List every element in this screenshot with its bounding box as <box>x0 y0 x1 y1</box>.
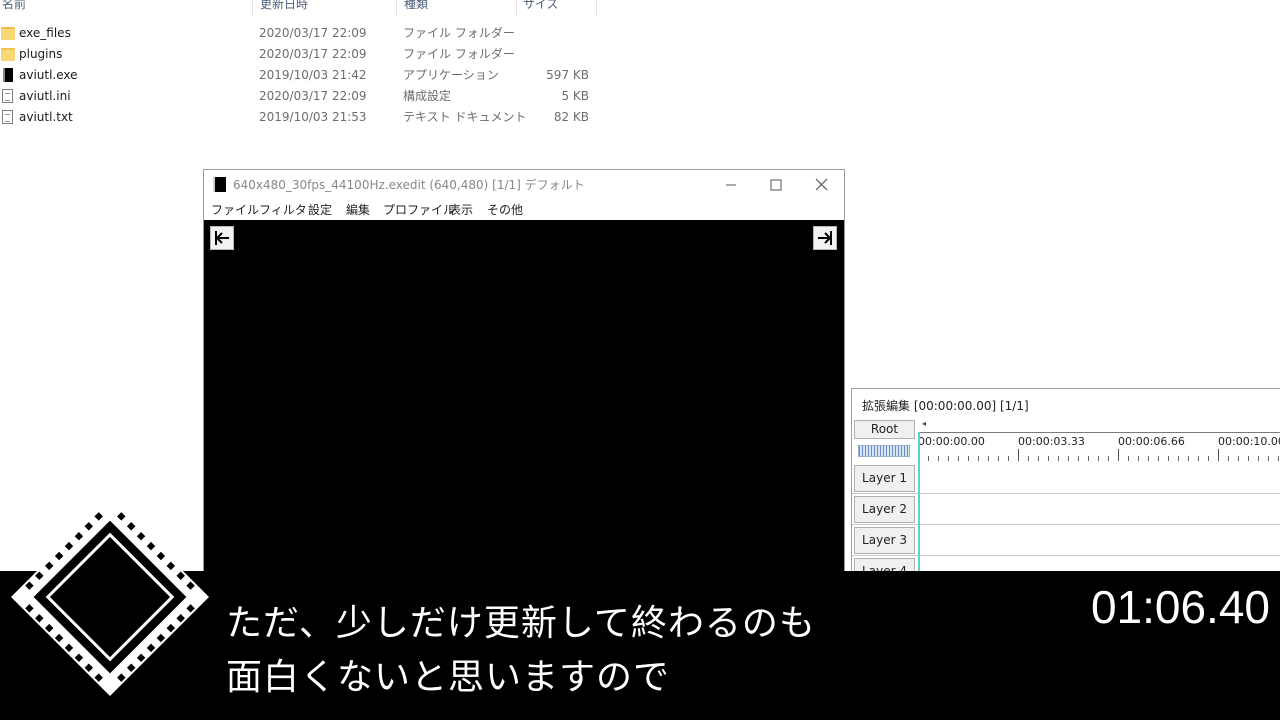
ruler-label: 00:00:10.00 <box>1218 435 1280 448</box>
exe-icon <box>3 68 13 82</box>
file-date: 2019/10/03 21:42 <box>259 68 367 82</box>
skip-to-start-icon <box>215 231 229 245</box>
file-row-aviutl-txt[interactable]: aviutl.txt 2019/10/03 21:53 テキスト ドキュメント … <box>0 107 600 128</box>
layer-row: Layer 2 <box>852 494 1280 525</box>
column-header-name[interactable]: 名前 <box>0 0 26 14</box>
skip-to-end-icon <box>818 231 832 245</box>
file-name: exe_files <box>19 26 71 40</box>
menu-settings[interactable]: 設定 <box>308 201 332 218</box>
folder-icon <box>1 48 15 61</box>
ruler-major-tick <box>1018 449 1019 461</box>
root-button[interactable]: Root <box>854 420 915 439</box>
menu-filter[interactable]: フィルタ <box>259 201 307 218</box>
folder-icon <box>1 27 15 40</box>
title-bar[interactable]: 640x480_30fps_44100Hz.exedit (640,480) [… <box>204 170 844 199</box>
menu-edit[interactable]: 編集 <box>346 201 370 218</box>
elapsed-timer: 01:06.40 <box>1090 581 1270 633</box>
column-header-date[interactable]: 更新日時 <box>258 0 308 14</box>
video-preview[interactable] <box>204 220 844 590</box>
aviutl-app-icon[interactable] <box>213 177 226 192</box>
file-name: aviutl.txt <box>19 110 73 124</box>
file-date: 2019/10/03 21:53 <box>259 110 367 124</box>
column-divider[interactable] <box>516 0 517 16</box>
menu-profile[interactable]: プロファイル <box>383 201 455 218</box>
column-header-type[interactable]: 種類 <box>402 0 428 14</box>
ruler-label: 00:00:00.00 <box>918 435 985 448</box>
ruler-ticks <box>918 451 1280 461</box>
close-icon <box>815 178 828 191</box>
text-file-icon <box>2 110 13 124</box>
ruler-label: 00:00:06.66 <box>1118 435 1185 448</box>
layer-track[interactable] <box>918 525 1280 556</box>
file-date: 2020/03/17 22:09 <box>259 26 367 40</box>
file-type: ファイル フォルダー <box>403 26 515 40</box>
scroll-left-icon[interactable]: ◂ <box>922 419 926 428</box>
file-explorer-list: 名前 更新日時 種類 サイズ exe_files 2020/03/17 22:0… <box>0 0 600 130</box>
file-size: 5 KB <box>561 89 589 103</box>
layer-track[interactable] <box>918 463 1280 494</box>
file-date: 2020/03/17 22:09 <box>259 89 367 103</box>
layer-label[interactable]: Layer 2 <box>854 496 915 523</box>
maximize-button[interactable] <box>753 170 799 199</box>
settings-file-icon <box>2 89 13 103</box>
file-type: 構成設定 <box>403 89 452 103</box>
file-size: 82 KB <box>553 110 589 124</box>
column-divider[interactable] <box>596 0 597 16</box>
layer-label[interactable]: Layer 1 <box>854 465 915 492</box>
file-type: アプリケーション <box>403 68 499 82</box>
menu-file[interactable]: ファイル <box>211 201 259 218</box>
file-type: ファイル フォルダー <box>403 47 515 61</box>
film-strip-logo-icon <box>11 498 209 696</box>
extended-edit-timeline: 拡張編集 [00:00:00.00] [1/1] Root ◂ 00:00:00… <box>851 388 1280 588</box>
layer-row: Layer 1 <box>852 463 1280 494</box>
close-button[interactable] <box>798 170 844 199</box>
file-date: 2020/03/17 22:09 <box>259 47 367 61</box>
file-name: aviutl.ini <box>19 89 71 103</box>
timeline-title: 拡張編集 [00:00:00.00] [1/1] <box>862 399 1029 413</box>
go-to-start-button[interactable] <box>210 226 234 250</box>
subtitle-line-2: 面白くないと思いますので <box>226 657 671 698</box>
ruler-label: 00:00:03.33 <box>1018 435 1085 448</box>
go-to-end-button[interactable] <box>813 226 837 250</box>
file-name: aviutl.exe <box>19 68 78 82</box>
menu-other[interactable]: その他 <box>487 201 523 218</box>
column-divider[interactable] <box>252 0 253 16</box>
minimize-icon <box>726 184 736 186</box>
ruler-major-tick <box>1118 449 1119 461</box>
column-header-size[interactable]: サイズ <box>521 0 559 14</box>
file-row-aviutl-ini[interactable]: aviutl.ini 2020/03/17 22:09 構成設定 5 KB <box>0 86 600 107</box>
layer-row: Layer 3 <box>852 525 1280 556</box>
ruler-major-tick <box>1218 449 1219 461</box>
zoom-slider[interactable] <box>858 445 910 457</box>
window-title: 640x480_30fps_44100Hz.exedit (640,480) [… <box>233 178 585 192</box>
file-row-aviutl-exe[interactable]: aviutl.exe 2019/10/03 21:42 アプリケーション 597… <box>0 65 600 86</box>
layer-label[interactable]: Layer 3 <box>854 527 915 554</box>
time-ruler[interactable]: 00:00:00.00 00:00:03.33 00:00:06.66 00:0… <box>918 432 1280 462</box>
minimize-button[interactable] <box>708 170 754 199</box>
file-row-plugins[interactable]: plugins 2020/03/17 22:09 ファイル フォルダー <box>0 44 600 65</box>
layer-track[interactable] <box>918 494 1280 525</box>
aviutl-main-window: 640x480_30fps_44100Hz.exedit (640,480) [… <box>203 169 845 590</box>
playhead-cursor[interactable] <box>918 432 920 588</box>
subtitle-line-1: ただ、少しだけ更新して終わるのも <box>226 603 816 644</box>
column-divider[interactable] <box>396 0 397 16</box>
menu-bar: ファイル フィルタ 設定 編集 プロファイル 表示 その他 <box>204 199 844 220</box>
file-size: 597 KB <box>546 68 589 82</box>
file-type: テキスト ドキュメント <box>403 110 527 124</box>
maximize-icon <box>770 179 782 191</box>
file-row-exe-files[interactable]: exe_files 2020/03/17 22:09 ファイル フォルダー <box>0 23 600 44</box>
menu-view[interactable]: 表示 <box>449 201 473 218</box>
file-name: plugins <box>19 47 63 61</box>
column-headers: 名前 更新日時 種類 サイズ <box>0 0 600 16</box>
